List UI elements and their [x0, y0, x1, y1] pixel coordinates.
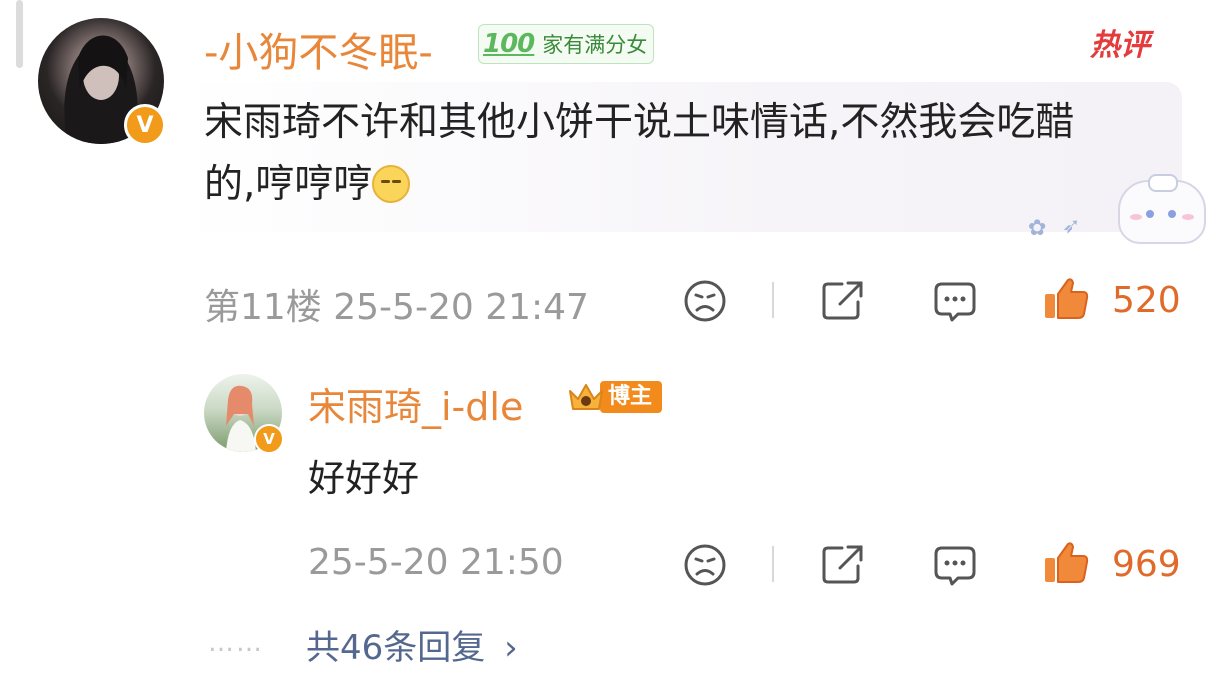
smug-emoji-icon: [372, 165, 411, 203]
verified-v-icon: V: [124, 104, 166, 146]
verified-v-icon: V: [254, 424, 284, 454]
hot-comment-tag: 热评: [1090, 28, 1150, 63]
commenter-username[interactable]: -小狗不冬眠-: [204, 20, 433, 78]
comment-floor-time: 第11楼 25-5-20 21:47: [204, 287, 589, 328]
reply-text: 好好好: [308, 457, 419, 500]
thumbs-up-icon[interactable]: [1042, 276, 1090, 322]
comment-text-line2-wrap: 的,哼哼哼: [204, 154, 1164, 216]
blogger-badge: 博主: [566, 378, 663, 416]
more-replies-label: 共46条回复: [306, 628, 486, 668]
share-icon[interactable]: [820, 278, 866, 322]
bubble-decoration-icon: [1118, 174, 1206, 244]
frown-face-icon[interactable]: [682, 542, 728, 588]
plane-decoration-icon: ➶: [1062, 214, 1081, 239]
comment-text: 宋雨琦不许和其他小饼干说土味情话,不然我会吃醋 的,哼哼哼: [204, 92, 1164, 216]
replier-username[interactable]: 宋雨琦_i-dle: [308, 376, 523, 431]
action-divider: [772, 546, 774, 582]
flower-decoration-icon: ✿: [1028, 216, 1047, 241]
commenter-avatar[interactable]: V: [38, 18, 166, 146]
fan-badge-label: 家有满分女: [542, 33, 648, 57]
fan-badge[interactable]: 100 家有满分女: [478, 24, 654, 64]
crown-icon: [569, 384, 603, 410]
comment-like-count: 520: [1112, 280, 1181, 321]
frown-face-icon[interactable]: [682, 278, 728, 324]
thumbs-up-icon[interactable]: [1042, 540, 1090, 586]
scroll-indicator[interactable]: [16, 0, 23, 68]
comment-bubble-icon[interactable]: [932, 278, 978, 324]
action-divider: [772, 282, 774, 318]
reply-time: 25-5-20 21:50: [308, 542, 564, 583]
share-icon[interactable]: [820, 542, 866, 586]
view-more-replies-link[interactable]: 共46条回复 ›: [306, 620, 518, 669]
chevron-right-icon: ›: [504, 628, 518, 668]
replier-avatar[interactable]: V: [204, 374, 284, 454]
comment-text-line1: 宋雨琦不许和其他小饼干说土味情话,不然我会吃醋: [204, 100, 1075, 145]
thread-dots: ……: [208, 628, 264, 658]
hundred-points-icon: 100: [483, 29, 535, 59]
comment-text-line2: 的,哼哼哼: [204, 162, 373, 207]
blogger-badge-label: 博主: [600, 381, 663, 413]
reply-like-count: 969: [1112, 544, 1181, 585]
comment-bubble-icon[interactable]: [932, 542, 978, 588]
